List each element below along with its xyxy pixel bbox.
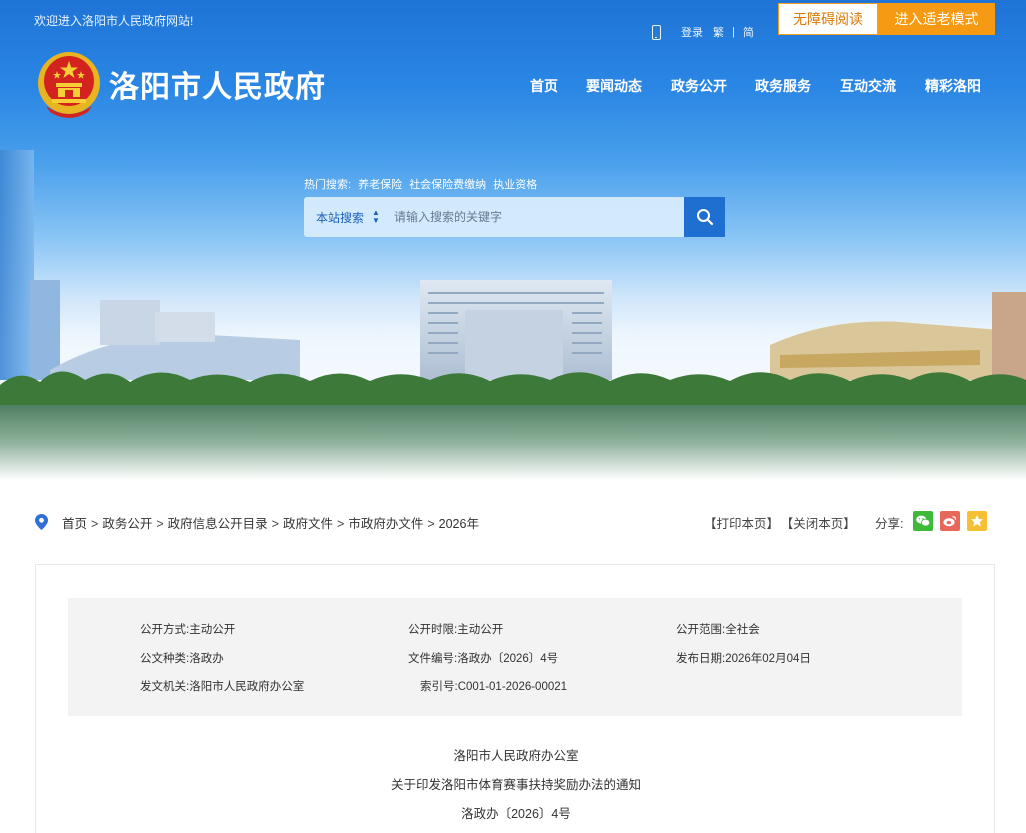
location-pin-icon: [35, 514, 48, 530]
wechat-icon: [916, 515, 930, 527]
meta-item: 公开范围:全社会: [676, 621, 760, 637]
search-button[interactable]: [684, 197, 725, 237]
breadcrumb-separator: >: [427, 517, 435, 531]
star-icon: [971, 515, 983, 527]
meta-item: 文件编号:洛政办〔2026〕4号: [408, 650, 558, 666]
meta-label: 发布日期:: [676, 653, 726, 665]
breadcrumb: 首页 > 政务公开 > 政府信息公开目录 > 政府文件 > 市政府办文件 >2026年: [62, 513, 479, 532]
meta-value: 主动公开: [457, 624, 504, 636]
weibo-share-button[interactable]: [940, 511, 960, 531]
nav-item-luoyang[interactable]: 精彩洛阳: [925, 76, 981, 96]
nav-item-interaction[interactable]: 互动交流: [840, 76, 896, 96]
login-link[interactable]: 登录: [681, 24, 703, 40]
top-utility-links: 登录 繁 | 简: [652, 23, 759, 41]
meta-value: 洛政办: [189, 653, 224, 665]
document-metadata-table: 公开方式:主动公开 公开时限:主动公开 公开范围:全社会 公文种类:洛政办 文件…: [68, 598, 962, 716]
hot-keyword[interactable]: 执业资格: [493, 179, 537, 191]
breadcrumb-item[interactable]: 政府文件: [283, 517, 333, 531]
document-issuer: 洛阳市人民政府办公室: [453, 749, 579, 763]
meta-item: 公开时限:主动公开: [408, 621, 503, 637]
search-input[interactable]: [394, 205, 674, 229]
nav-item-government-affairs[interactable]: 政务公开: [671, 76, 727, 96]
meta-value: 2026年02月04日: [725, 653, 811, 665]
simplified-chinese-link[interactable]: 简: [743, 24, 754, 40]
search-icon: [696, 209, 713, 226]
close-page-link[interactable]: 【关闭本页】: [787, 517, 856, 531]
meta-item: 公开方式:主动公开: [140, 621, 235, 637]
weibo-icon: [943, 515, 957, 527]
traditional-chinese-link[interactable]: 繁: [713, 24, 724, 40]
breadcrumb-item[interactable]: 首页: [62, 517, 87, 531]
meta-label: 公文种类:: [140, 653, 190, 665]
breadcrumb-item[interactable]: 政务公开: [102, 517, 152, 531]
favorite-button[interactable]: [967, 511, 987, 531]
nav-item-services[interactable]: 政务服务: [755, 76, 811, 96]
nav-item-news[interactable]: 要闻动态: [586, 76, 642, 96]
mobile-phone-icon[interactable]: [652, 24, 661, 40]
elder-mode-button[interactable]: 进入适老模式: [878, 3, 995, 35]
meta-item: 发布日期:2026年02月04日: [676, 650, 811, 666]
wechat-share-button[interactable]: [913, 511, 933, 531]
meta-label: 文件编号:: [408, 653, 458, 665]
meta-label: 公开时限:: [408, 624, 458, 636]
meta-value: C001-01-2026-00021: [457, 681, 568, 693]
breadcrumb-item[interactable]: 政府信息公开目录: [168, 517, 268, 531]
breadcrumb-separator: >: [271, 517, 279, 531]
hero-banner: 欢迎进入洛阳市人民政府网站! 登录 繁 | 简 无障碍阅读 进入适老模式 洛阳市…: [0, 0, 1026, 480]
document-number: 洛政办〔2026〕4号: [461, 807, 571, 821]
meta-value: 洛政办〔2026〕4号: [457, 653, 559, 665]
welcome-message: 欢迎进入洛阳市人民政府网站!: [34, 14, 194, 28]
hot-search-bar: 热门搜索: 养老保险 社会保险费缴纳 执业资格: [304, 176, 537, 192]
breadcrumb-separator: >: [156, 517, 164, 531]
meta-item: 索引号:C001-01-2026-00021: [420, 678, 567, 694]
page-tools: 【打印本页】 【关闭本页】: [704, 513, 856, 532]
breadcrumb-row: 首页 > 政务公开 > 政府信息公开目录 > 政府文件 > 市政府办文件 >2026年 【打印本页…: [0, 508, 1026, 534]
hot-keyword[interactable]: 养老保险: [358, 179, 402, 191]
national-emblem-icon: [38, 52, 100, 118]
meta-label: 发文机关:: [140, 681, 190, 693]
sort-arrows-icon[interactable]: ▲ ▼: [372, 209, 380, 225]
breadcrumb-separator: >: [91, 517, 99, 531]
site-title: 洛阳市人民政府: [109, 71, 326, 104]
meta-value: 主动公开: [189, 624, 236, 636]
hot-search-label: 热门搜索:: [304, 179, 352, 191]
meta-label: 索引号:: [420, 681, 458, 693]
breadcrumb-separator: >: [337, 517, 345, 531]
meta-value: 全社会: [725, 624, 760, 636]
print-page-link[interactable]: 【打印本页】: [704, 517, 779, 531]
breadcrumb-item[interactable]: 2026年: [439, 517, 479, 531]
breadcrumb-item[interactable]: 市政府办文件: [348, 517, 423, 531]
meta-label: 公开方式:: [140, 624, 190, 636]
link-divider: |: [732, 26, 735, 38]
meta-value: 洛阳市人民政府办公室: [189, 681, 305, 693]
search-box: 本站搜索 ▲ ▼: [304, 197, 725, 237]
nav-item-home[interactable]: 首页: [530, 76, 558, 96]
meta-label: 公开范围:: [676, 624, 726, 636]
document-title: 关于印发洛阳市体育赛事扶持奖励办法的通知: [390, 778, 641, 792]
share-label: 分享:: [875, 517, 904, 531]
search-scope-select[interactable]: 本站搜索: [316, 209, 364, 226]
article-container: 公开方式:主动公开 公开时限:主动公开 公开范围:全社会 公文种类:洛政办 文件…: [35, 564, 995, 833]
hot-keyword[interactable]: 社会保险费缴纳: [409, 179, 486, 191]
meta-item: 公文种类:洛政办: [140, 650, 224, 666]
accessible-reading-button[interactable]: 无障碍阅读: [778, 3, 878, 35]
meta-item: 发文机关:洛阳市人民政府办公室: [140, 678, 304, 694]
